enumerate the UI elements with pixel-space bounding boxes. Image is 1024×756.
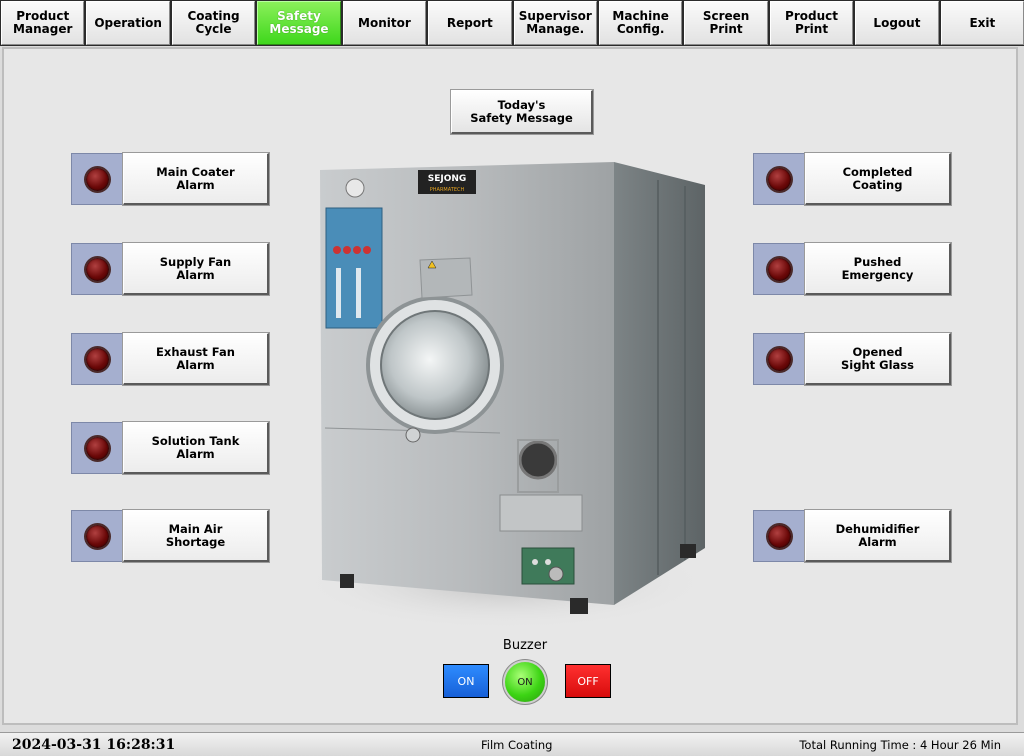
status-datetime: 2024-03-31 16:28:31 <box>12 737 176 753</box>
coating-machine-image: SEJONG PHARMATECH <box>300 162 710 630</box>
alarm-lamp-icon <box>85 347 109 371</box>
nav-safety-message-button[interactable]: Safety Message <box>257 1 341 45</box>
alarm-supply-fan: Supply Fan Alarm <box>71 242 270 296</box>
nav-screen-print-button[interactable]: Screen Print <box>684 1 768 45</box>
alarm-lamp-frame <box>71 153 123 205</box>
alarm-lamp-frame <box>71 422 123 474</box>
alarm-completed-coating: Completed Coating <box>753 152 952 206</box>
nav-machine-config-button[interactable]: Machine Config. <box>598 1 683 45</box>
alarm-lamp-frame <box>71 243 123 295</box>
alarm-opened-sight-glass: Opened Sight Glass <box>753 332 952 386</box>
todays-safety-message-button[interactable]: Today's Safety Message <box>450 89 594 135</box>
alarm-solution-tank: Solution Tank Alarm <box>71 421 270 475</box>
main-navigation: Product Manager Operation Coating Cycle … <box>0 0 1024 46</box>
nav-operation-button[interactable]: Operation <box>86 1 170 45</box>
alarm-lamp-icon <box>85 167 109 191</box>
alarm-main-air-shortage: Main Air Shortage <box>71 509 270 563</box>
nav-logout-button[interactable]: Logout <box>855 1 939 45</box>
alarm-lamp-icon <box>767 347 791 371</box>
alarm-lamp-icon <box>85 436 109 460</box>
alarm-lamp-frame <box>753 333 805 385</box>
alarm-main-coater: Main Coater Alarm <box>71 152 270 206</box>
alarm-exhaust-fan-label[interactable]: Exhaust Fan Alarm <box>122 332 270 386</box>
alarm-lamp-icon <box>85 257 109 281</box>
alarm-lamp-frame <box>71 510 123 562</box>
alarm-lamp-icon <box>85 524 109 548</box>
nav-product-print-button[interactable]: Product Print <box>769 1 854 45</box>
nav-product-manager-button[interactable]: Product Manager <box>1 1 85 45</box>
status-bar: 2024-03-31 16:28:31 Film Coating Total R… <box>0 732 1024 756</box>
alarm-lamp-frame <box>753 510 805 562</box>
machine-brand-text: SEJONG <box>428 174 467 184</box>
status-running-time: Total Running Time : 4 Hour 26 Min <box>799 738 1001 752</box>
alarm-lamp-frame <box>71 333 123 385</box>
alarm-dehumidifier: Dehumidifier Alarm <box>753 509 952 563</box>
alarm-solution-tank-label[interactable]: Solution Tank Alarm <box>122 421 270 475</box>
alarm-lamp-icon <box>767 167 791 191</box>
status-process-mode: Film Coating <box>481 738 553 752</box>
alarm-opened-sight-glass-label[interactable]: Opened Sight Glass <box>804 332 952 386</box>
alarm-lamp-frame <box>753 243 805 295</box>
nav-monitor-button[interactable]: Monitor <box>342 1 427 45</box>
alarm-lamp-frame <box>753 153 805 205</box>
buzzer-on-button[interactable]: ON <box>443 664 489 698</box>
alarm-completed-coating-label[interactable]: Completed Coating <box>804 152 952 206</box>
nav-coating-cycle-button[interactable]: Coating Cycle <box>171 1 256 45</box>
alarm-main-air-shortage-label[interactable]: Main Air Shortage <box>122 509 270 563</box>
alarm-main-coater-label[interactable]: Main Coater Alarm <box>122 152 270 206</box>
alarm-pushed-emergency: Pushed Emergency <box>753 242 952 296</box>
nav-exit-button[interactable]: Exit <box>940 1 1024 45</box>
buzzer-status-lamp: ON <box>505 662 545 702</box>
alarm-supply-fan-label[interactable]: Supply Fan Alarm <box>122 242 270 296</box>
alarm-dehumidifier-label[interactable]: Dehumidifier Alarm <box>804 509 952 563</box>
alarm-lamp-icon <box>767 257 791 281</box>
alarm-pushed-emergency-label[interactable]: Pushed Emergency <box>804 242 952 296</box>
alarm-lamp-icon <box>767 524 791 548</box>
alarm-exhaust-fan: Exhaust Fan Alarm <box>71 332 270 386</box>
buzzer-title: Buzzer <box>502 638 548 653</box>
nav-supervisor-manage-button[interactable]: Supervisor Manage. <box>513 1 597 45</box>
buzzer-off-button[interactable]: OFF <box>565 664 611 698</box>
nav-report-button[interactable]: Report <box>428 1 512 45</box>
machine-subbrand-text: PHARMATECH <box>430 187 465 193</box>
